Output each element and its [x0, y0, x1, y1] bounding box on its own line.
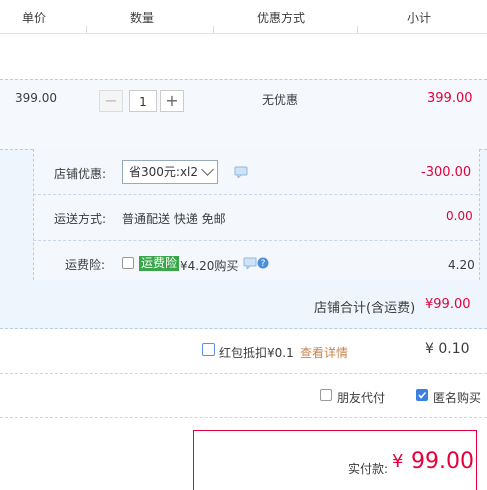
section-divider [0, 373, 487, 374]
order-item-row [0, 79, 487, 149]
section-divider [0, 417, 487, 418]
message-icon[interactable] [243, 257, 257, 272]
friend-pay-checkbox[interactable] [320, 389, 332, 401]
row-divider [33, 194, 478, 195]
anonymous-label: 匿名购买 [433, 391, 482, 405]
shipping-amount: 0.00 [446, 209, 473, 223]
insurance-price: ¥4.20购买 [180, 259, 239, 273]
message-icon[interactable] [234, 166, 248, 181]
shop-total-label: 店铺合计(含运费) [314, 301, 416, 316]
svg-text:?: ? [261, 259, 266, 269]
redpacket-amount: ¥ 0.10 [425, 341, 470, 357]
table-header: 单价 数量 优惠方式 小计 [0, 0, 487, 34]
insurance-amount: 4.20 [448, 258, 475, 272]
anonymous-checkbox[interactable] [416, 389, 428, 401]
shipping-label: 运送方式: [54, 212, 107, 226]
shop-discount-select-value: 省300元:xl2 [129, 165, 199, 179]
item-price: 399.00 [15, 91, 57, 105]
payment-label: 实付款: [348, 462, 389, 476]
qty-decrease-button[interactable]: − [99, 90, 123, 112]
insurance-tag: 运费险 [139, 256, 180, 271]
redpacket-checkbox[interactable] [202, 343, 215, 356]
qty-input[interactable]: 1 [129, 90, 157, 112]
redpacket-label: 红包抵扣¥0.1 [219, 346, 294, 360]
item-subtotal: 399.00 [427, 91, 473, 106]
shipping-method: 普通配送 快递 免邮 [122, 212, 226, 226]
shop-total-value: ¥99.00 [425, 297, 471, 312]
payment-currency: ¥ [392, 451, 404, 472]
col-price-header: 单价 [22, 11, 47, 25]
insurance-checkbox[interactable] [122, 257, 134, 269]
payment-amount: 99.00 [411, 449, 474, 474]
col-qty-header: 数量 [130, 11, 155, 25]
header-divider [213, 26, 214, 33]
header-divider [357, 26, 358, 33]
col-promo-header: 优惠方式 [257, 11, 306, 25]
chevron-down-icon [201, 163, 214, 176]
qty-increase-button[interactable]: + [160, 90, 184, 112]
shop-discount-select[interactable]: 省300元:xl2 [122, 160, 218, 184]
col-subtotal-header: 小计 [407, 11, 432, 25]
shop-discount-amount: -300.00 [421, 165, 472, 180]
header-divider [86, 26, 87, 33]
item-promo: 无优惠 [262, 93, 299, 107]
friend-pay-label: 朋友代付 [337, 391, 386, 405]
insurance-label: 运费险: [65, 258, 106, 272]
help-icon[interactable]: ? [257, 257, 269, 272]
checkmark-icon [418, 391, 427, 399]
row-divider [33, 240, 478, 241]
redpacket-details-link[interactable]: 查看详情 [300, 344, 348, 361]
shop-discount-label: 店铺优惠: [54, 167, 107, 181]
